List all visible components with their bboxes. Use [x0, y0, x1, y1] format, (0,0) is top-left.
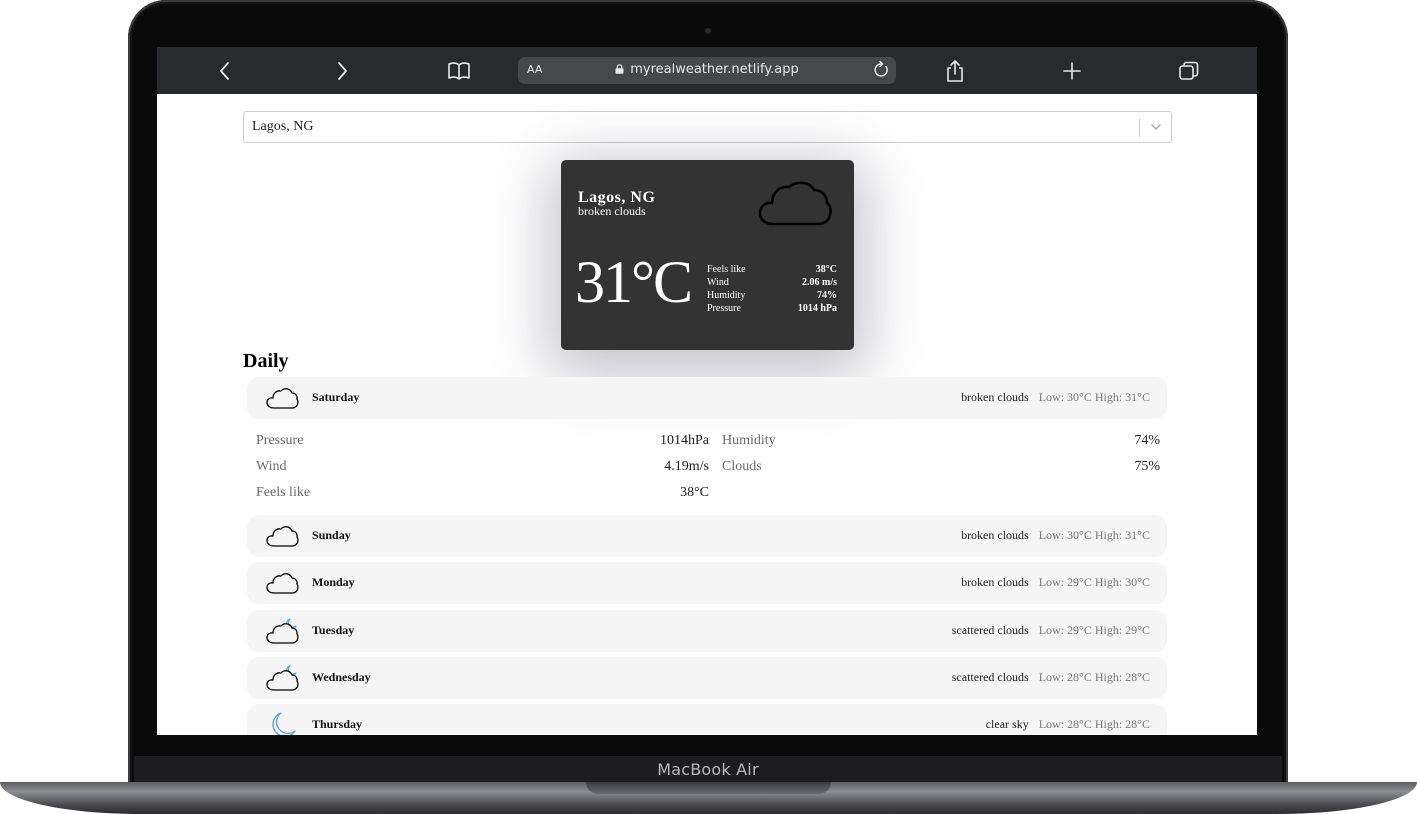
detail-value: 74% [817, 290, 837, 301]
day-name: Wednesday [312, 670, 371, 684]
detail-value: 1014 hPa [797, 303, 837, 314]
detail-value-wind: 4.19m/s [664, 459, 709, 474]
plus-icon [1063, 62, 1081, 80]
day-low-high: Low: 28°C High: 28°C [1038, 670, 1150, 684]
details-row: Wind 4.19m/s Clouds 75% [256, 459, 1160, 485]
device-label: MacBook Air [657, 760, 759, 779]
daily-section-title: Daily [243, 350, 289, 372]
day-details-panel: Pressure 1014hPa Humidity 74% Wind 4.19m… [256, 433, 1160, 511]
day-description: broken clouds [961, 390, 1029, 404]
detail-value-clouds: 75% [1134, 459, 1160, 474]
details-row: Pressure 1014hPa Humidity 74% [256, 433, 1160, 459]
chevron-down-icon[interactable] [1149, 120, 1163, 134]
detail-row-pressure: Pressure 1014 hPa [707, 302, 837, 315]
tabs-overview-button[interactable] [1175, 58, 1203, 84]
url-text: myrealweather.netlify.app [630, 62, 799, 77]
day-summary: broken clouds Low: 30°C High: 31°C [961, 390, 1150, 405]
day-description: broken clouds [961, 528, 1029, 542]
detail-label-humidity: Humidity [722, 433, 776, 448]
day-name: Sunday [312, 528, 351, 542]
day-summary: scattered clouds Low: 28°C High: 28°C [952, 670, 1150, 685]
day-row-sunday[interactable]: Sunday broken clouds Low: 30°C High: 31°C [247, 515, 1167, 557]
bookmarks-button[interactable] [445, 58, 473, 84]
cloud-icon [266, 388, 299, 409]
camera-dot [705, 28, 711, 34]
detail-value: 2.06 m/s [802, 277, 837, 288]
chevron-left-icon [220, 62, 229, 80]
detail-value-feels-like: 38°C [680, 485, 709, 500]
detail-value-pressure: 1014hPa [660, 433, 709, 448]
detail-label: Feels like [707, 264, 746, 275]
location-select[interactable]: Lagos, NG [243, 111, 1172, 143]
detail-label: Wind [707, 277, 729, 288]
select-separator [1139, 119, 1140, 137]
detail-row-wind: Wind 2.06 m/s [707, 276, 837, 289]
detail-label-pressure: Pressure [256, 433, 304, 448]
current-details: Feels like 38°C Wind 2.06 m/s Humidity 74% … [707, 263, 837, 315]
day-row-wednesday[interactable]: Wednesday scattered clouds Low: 28°C High… [247, 657, 1167, 699]
detail-label: Humidity [707, 290, 746, 301]
detail-row-feels-like: Feels like 38°C [707, 263, 837, 276]
detail-label-wind: Wind [256, 459, 287, 474]
cloud-moon-icon [266, 618, 299, 644]
day-description: clear sky [985, 717, 1029, 731]
day-name: Thursday [312, 717, 363, 731]
url-display[interactable]: myrealweather.netlify.app [518, 62, 896, 77]
page-content: Lagos, NG Lagos, NG broken clouds 31°C F… [157, 94, 1257, 735]
moon-icon [272, 712, 296, 735]
reload-icon[interactable] [871, 60, 891, 80]
day-description: broken clouds [961, 575, 1029, 589]
day-row-monday[interactable]: Monday broken clouds Low: 29°C High: 30°C [247, 562, 1167, 604]
day-summary: scattered clouds Low: 29°C High: 29°C [952, 623, 1150, 638]
detail-label-clouds: Clouds [722, 459, 762, 474]
day-low-high: Low: 29°C High: 29°C [1038, 623, 1150, 637]
day-row-thursday[interactable]: Thursday clear sky Low: 28°C High: 28°C [247, 704, 1167, 735]
details-row: Feels like 38°C [256, 485, 1160, 511]
laptop-notch [586, 782, 831, 794]
address-bar[interactable]: AA myrealweather.netlify.app [518, 57, 896, 84]
share-button[interactable] [941, 58, 969, 84]
browser-toolbar: AA myrealweather.netlify.app [157, 47, 1257, 94]
day-summary: clear sky Low: 28°C High: 28°C [986, 717, 1150, 732]
day-low-high: Low: 28°C High: 28°C [1038, 717, 1150, 731]
current-description: broken clouds [578, 204, 646, 218]
day-name: Monday [312, 575, 355, 589]
tabs-icon [1179, 61, 1199, 80]
detail-value-humidity: 74% [1134, 433, 1160, 448]
cloud-moon-icon [266, 665, 299, 691]
day-low-high: Low: 30°C High: 31°C [1038, 528, 1150, 542]
back-button[interactable] [211, 58, 239, 84]
day-summary: broken clouds Low: 30°C High: 31°C [961, 528, 1150, 543]
day-summary: broken clouds Low: 29°C High: 30°C [961, 575, 1150, 590]
current-temperature: 31°C [575, 249, 693, 315]
day-description: scattered clouds [951, 670, 1029, 684]
share-icon [947, 60, 963, 82]
detail-label-feels-like: Feels like [256, 485, 311, 500]
day-row-tuesday[interactable]: Tuesday scattered clouds Low: 29°C High: … [247, 610, 1167, 652]
chevron-right-icon [338, 62, 347, 80]
lock-icon [615, 64, 624, 74]
detail-row-humidity: Humidity 74% [707, 289, 837, 302]
detail-value: 38°C [815, 264, 837, 275]
day-description: scattered clouds [951, 623, 1029, 637]
book-icon [448, 62, 470, 80]
day-row-saturday[interactable]: Saturday broken clouds Low: 30°C High: 31… [247, 377, 1167, 419]
day-low-high: Low: 29°C High: 30°C [1038, 575, 1150, 589]
day-name: Saturday [312, 390, 360, 404]
location-select-value: Lagos, NG [252, 119, 314, 134]
day-name: Tuesday [312, 623, 355, 637]
day-low-high: Low: 30°C High: 31°C [1038, 390, 1150, 404]
forward-button[interactable] [328, 58, 356, 84]
current-weather-card: Lagos, NG broken clouds 31°C Feels like 3… [561, 160, 854, 350]
cloud-icon [266, 573, 299, 594]
cloud-icon [758, 181, 832, 226]
screen: AA myrealweather.netlify.app Lagos, NG L… [157, 47, 1257, 735]
cloud-icon [266, 526, 299, 547]
new-tab-button[interactable] [1058, 58, 1086, 84]
detail-label: Pressure [707, 303, 741, 314]
